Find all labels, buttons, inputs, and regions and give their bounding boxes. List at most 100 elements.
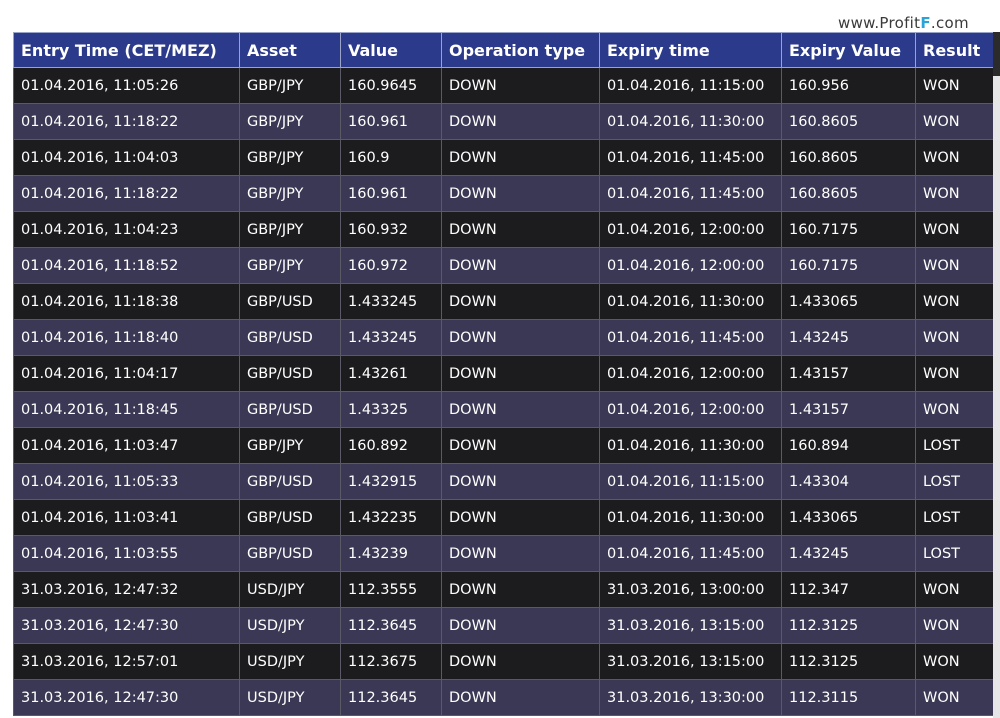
cell-expiry-value: 1.43157 <box>781 391 916 428</box>
cell-result: LOST <box>915 427 993 464</box>
cell-asset: USD/JPY <box>239 679 341 716</box>
watermark-suffix: .com <box>930 14 969 32</box>
cell-expiry-time: 01.04.2016, 11:45:00 <box>599 535 782 572</box>
cell-asset: GBP/JPY <box>239 211 341 248</box>
cell-asset: USD/JPY <box>239 607 341 644</box>
cell-operation-type: DOWN <box>441 679 600 716</box>
cell-expiry-value: 160.8605 <box>781 139 916 176</box>
cell-expiry-time: 01.04.2016, 11:45:00 <box>599 175 782 212</box>
cell-value: 160.932 <box>340 211 442 248</box>
col-header-entry-time[interactable]: Entry Time (CET/MEZ) <box>13 32 240 68</box>
cell-value: 112.3675 <box>340 643 442 680</box>
cell-expiry-value: 160.956 <box>781 67 916 104</box>
cell-operation-type: DOWN <box>441 571 600 608</box>
cell-entry-time: 01.04.2016, 11:03:47 <box>13 427 240 464</box>
cell-asset: GBP/JPY <box>239 427 341 464</box>
cell-asset: GBP/JPY <box>239 247 341 284</box>
cell-expiry-value: 112.3115 <box>781 679 916 716</box>
cell-expiry-time: 01.04.2016, 11:30:00 <box>599 499 782 536</box>
cell-entry-time: 01.04.2016, 11:18:22 <box>13 103 240 140</box>
cell-operation-type: DOWN <box>441 103 600 140</box>
cell-operation-type: DOWN <box>441 283 600 320</box>
cell-result: WON <box>915 247 993 284</box>
col-header-operation-type[interactable]: Operation type <box>441 32 600 68</box>
cell-value: 160.961 <box>340 175 442 212</box>
scrollbar-thumb[interactable] <box>993 32 1000 76</box>
table-row: 01.04.2016, 11:18:40 GBP/USD 1.433245 DOWN 0… <box>13 319 993 356</box>
cell-operation-type: DOWN <box>441 175 600 212</box>
cell-entry-time: 01.04.2016, 11:04:23 <box>13 211 240 248</box>
cell-result: WON <box>915 67 993 104</box>
cell-asset: GBP/JPY <box>239 139 341 176</box>
cell-value: 1.432235 <box>340 499 442 536</box>
cell-entry-time: 01.04.2016, 11:18:52 <box>13 247 240 284</box>
cell-result: WON <box>915 319 993 356</box>
cell-value: 1.43325 <box>340 391 442 428</box>
cell-expiry-time: 01.04.2016, 12:00:00 <box>599 355 782 392</box>
cell-asset: GBP/USD <box>239 283 341 320</box>
cell-expiry-value: 112.3125 <box>781 607 916 644</box>
cell-result: WON <box>915 571 993 608</box>
trades-table-container: Entry Time (CET/MEZ) Asset Value Operati… <box>13 32 993 718</box>
cell-value: 112.3555 <box>340 571 442 608</box>
cell-value: 160.892 <box>340 427 442 464</box>
cell-entry-time: 01.04.2016, 11:04:17 <box>13 355 240 392</box>
cell-result: WON <box>915 643 993 680</box>
table-row: 31.03.2016, 12:47:30 USD/JPY 112.3645 DOWN 3… <box>13 679 993 716</box>
cell-expiry-value: 1.43157 <box>781 355 916 392</box>
cell-asset: GBP/JPY <box>239 103 341 140</box>
cell-expiry-time: 01.04.2016, 11:15:00 <box>599 67 782 104</box>
cell-operation-type: DOWN <box>441 139 600 176</box>
cell-expiry-time: 01.04.2016, 11:30:00 <box>599 103 782 140</box>
table-row: 01.04.2016, 11:03:47 GBP/JPY 160.892 DOWN 01… <box>13 427 993 464</box>
cell-asset: GBP/JPY <box>239 175 341 212</box>
col-header-asset[interactable]: Asset <box>239 32 341 68</box>
cell-value: 1.433245 <box>340 319 442 356</box>
cell-operation-type: DOWN <box>441 247 600 284</box>
cell-result: LOST <box>915 463 993 500</box>
cell-expiry-value: 1.433065 <box>781 499 916 536</box>
cell-asset: GBP/USD <box>239 355 341 392</box>
table-row: 01.04.2016, 11:03:41 GBP/USD 1.432235 DOWN 0… <box>13 499 993 536</box>
cell-result: WON <box>915 679 993 716</box>
cell-asset: GBP/JPY <box>239 67 341 104</box>
cell-operation-type: DOWN <box>441 319 600 356</box>
cell-entry-time: 31.03.2016, 12:47:30 <box>13 607 240 644</box>
col-header-result[interactable]: Result <box>915 32 993 68</box>
cell-entry-time: 01.04.2016, 11:18:45 <box>13 391 240 428</box>
cell-expiry-value: 160.7175 <box>781 211 916 248</box>
table-row: 01.04.2016, 11:05:33 GBP/USD 1.432915 DOWN 0… <box>13 463 993 500</box>
trades-table: Entry Time (CET/MEZ) Asset Value Operati… <box>13 32 993 716</box>
col-header-expiry-time[interactable]: Expiry time <box>599 32 782 68</box>
cell-asset: GBP/USD <box>239 463 341 500</box>
col-header-expiry-value[interactable]: Expiry Value <box>781 32 916 68</box>
cell-expiry-value: 160.8605 <box>781 103 916 140</box>
table-header-row: Entry Time (CET/MEZ) Asset Value Operati… <box>13 32 993 68</box>
cell-value: 112.3645 <box>340 679 442 716</box>
cell-entry-time: 01.04.2016, 11:03:41 <box>13 499 240 536</box>
cell-operation-type: DOWN <box>441 427 600 464</box>
cell-value: 160.9645 <box>340 67 442 104</box>
table-row: 01.04.2016, 11:05:26 GBP/JPY 160.9645 DOWN 0… <box>13 67 993 104</box>
table-row: 31.03.2016, 12:47:30 USD/JPY 112.3645 DOWN 3… <box>13 607 993 644</box>
cell-expiry-value: 160.7175 <box>781 247 916 284</box>
cell-result: WON <box>915 139 993 176</box>
cell-asset: USD/JPY <box>239 571 341 608</box>
watermark-prefix: www.Profit <box>838 14 921 32</box>
cell-result: LOST <box>915 535 993 572</box>
vertical-scrollbar[interactable] <box>993 32 1000 718</box>
cell-expiry-time: 01.04.2016, 11:45:00 <box>599 319 782 356</box>
cell-asset: USD/JPY <box>239 643 341 680</box>
cell-operation-type: DOWN <box>441 463 600 500</box>
cell-expiry-time: 31.03.2016, 13:15:00 <box>599 607 782 644</box>
cell-expiry-time: 01.04.2016, 12:00:00 <box>599 391 782 428</box>
cell-expiry-value: 160.894 <box>781 427 916 464</box>
cell-result: WON <box>915 283 993 320</box>
cell-value: 1.43239 <box>340 535 442 572</box>
cell-value: 160.9 <box>340 139 442 176</box>
col-header-value[interactable]: Value <box>340 32 442 68</box>
cell-entry-time: 01.04.2016, 11:18:22 <box>13 175 240 212</box>
cell-expiry-time: 31.03.2016, 13:30:00 <box>599 679 782 716</box>
cell-operation-type: DOWN <box>441 355 600 392</box>
cell-operation-type: DOWN <box>441 607 600 644</box>
